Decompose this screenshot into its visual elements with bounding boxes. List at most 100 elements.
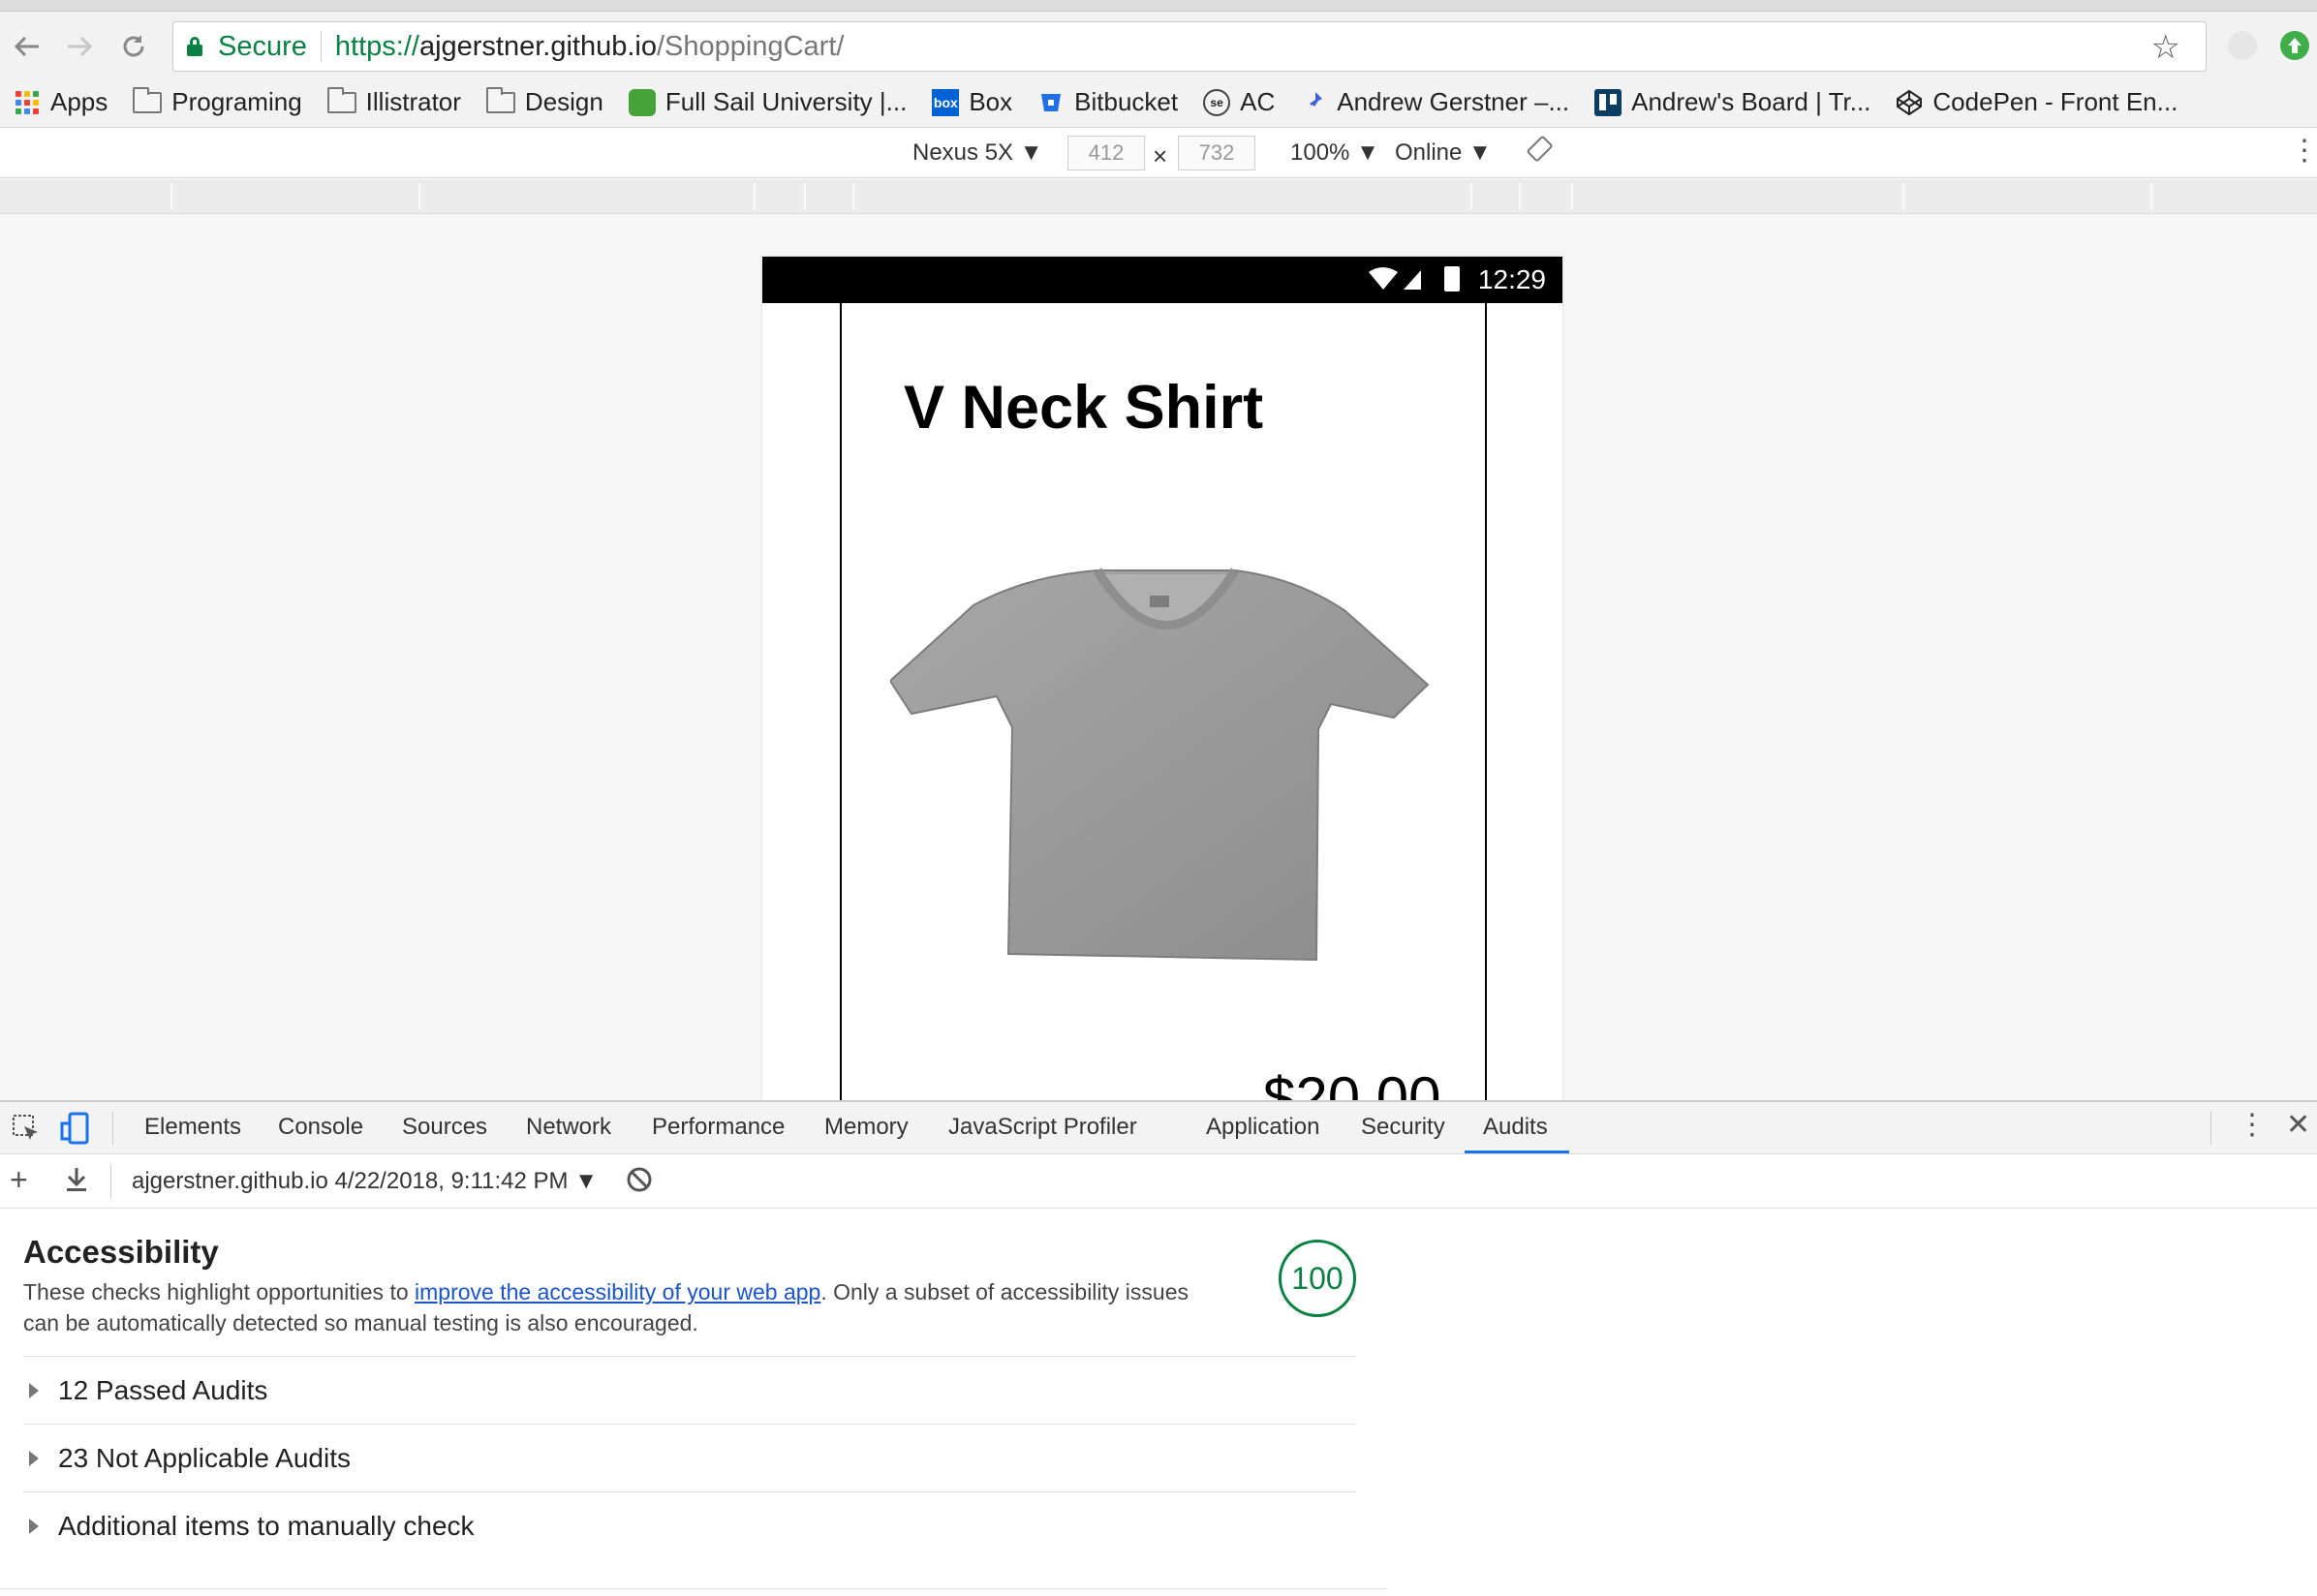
tab-strip: [0, 0, 2317, 12]
report-label: ajgerstner.github.io 4/22/2018, 9:11:42 …: [132, 1168, 569, 1194]
folder-icon: [133, 86, 163, 113]
device-name: Nexus 5X: [912, 139, 1014, 166]
accessibility-link[interactable]: improve the accessibility of your web ap…: [415, 1279, 820, 1304]
rotate-icon: [1527, 136, 1553, 162]
folder-icon: [326, 86, 356, 113]
pin-icon: [1300, 89, 1327, 116]
description-text: These checks highlight opportunities to: [23, 1279, 416, 1304]
full-sail-icon: [628, 88, 656, 116]
status-bar: 12:29: [762, 257, 1562, 303]
dimension-times: ×: [1153, 141, 1168, 170]
bookmark-design[interactable]: Design: [485, 86, 603, 117]
rotate-button[interactable]: [1527, 136, 1556, 171]
bookmark-label: Bitbucket: [1074, 87, 1179, 116]
accessibility-section: Accessibility These checks highlight opp…: [23, 1234, 1356, 1338]
bookmark-label: Full Sail University |...: [664, 87, 908, 116]
update-arrow-icon[interactable]: [2280, 31, 2309, 60]
toolbar-divider: [110, 1165, 111, 1198]
height-input[interactable]: 732: [1178, 136, 1255, 170]
box-icon: box: [932, 88, 960, 116]
tab-console[interactable]: Console: [278, 1114, 363, 1141]
zoom-value: 100%: [1290, 139, 1350, 166]
media-query-bar: [0, 179, 2317, 214]
bookmark-full-sail[interactable]: Full Sail University |...: [628, 87, 908, 117]
dropdown-arrow-icon: ▼: [574, 1168, 598, 1194]
bookmark-label: Illistrator: [365, 87, 461, 116]
bookmark-codepen[interactable]: CodePen - Front En...: [1896, 87, 2178, 117]
bookmarks-bar: Apps Programing Illistrator Design Full …: [0, 77, 2317, 128]
inspect-element-icon[interactable]: [12, 1114, 41, 1150]
dropdown-arrow-icon: ▼: [1019, 139, 1043, 166]
bookmark-illistrator[interactable]: Illistrator: [326, 86, 461, 117]
trello-icon: [1594, 88, 1622, 116]
tab-sources[interactable]: Sources: [402, 1114, 487, 1141]
address-bar[interactable]: Secure https://ajgerstner.github.io/Shop…: [172, 21, 2207, 72]
reload-icon: [123, 35, 144, 57]
tab-javascript-profiler[interactable]: JavaScript Profiler: [948, 1114, 1137, 1141]
bookmark-star-icon[interactable]: ☆: [2151, 28, 2180, 67]
expand-triangle-icon: [29, 1450, 39, 1466]
dropdown-arrow-icon: ▼: [1468, 139, 1492, 166]
bookmark-programing[interactable]: Programing: [133, 86, 302, 117]
report-select[interactable]: ajgerstner.github.io 4/22/2018, 9:11:42 …: [132, 1168, 598, 1195]
section-divider: [0, 1588, 1387, 1589]
codepen-icon: [1896, 89, 1923, 116]
back-button[interactable]: [8, 27, 46, 66]
group-label: 23 Not Applicable Audits: [58, 1442, 351, 1473]
bookmark-label: Apps: [50, 87, 108, 116]
devtools-menu-icon[interactable]: ⋮: [2238, 1108, 2267, 1142]
audit-category-title: Accessibility: [23, 1234, 219, 1270]
forward-button[interactable]: [60, 27, 99, 66]
bookmark-label: AC: [1240, 87, 1276, 116]
bitbucket-icon: [1037, 89, 1065, 116]
active-tab-indicator: [1465, 1151, 1569, 1153]
audits-toolbar: + ajgerstner.github.io 4/22/2018, 9:11:4…: [0, 1154, 2317, 1209]
audit-group-not-applicable[interactable]: 23 Not Applicable Audits: [23, 1424, 1356, 1491]
zoom-select[interactable]: 100% ▼: [1290, 139, 1379, 167]
folder-icon: [485, 86, 515, 113]
device-toggle-icon[interactable]: [60, 1112, 91, 1151]
bookmark-bitbucket[interactable]: Bitbucket: [1037, 87, 1178, 117]
new-audit-icon[interactable]: +: [10, 1162, 28, 1198]
url-scheme: https://: [334, 30, 419, 62]
clear-icon[interactable]: [626, 1166, 653, 1200]
bookmark-andrews-board[interactable]: Andrew's Board | Tr...: [1594, 87, 1870, 117]
url-path: /ShoppingCart/: [657, 30, 845, 62]
audit-description: These checks highlight opportunities to …: [23, 1276, 1205, 1338]
network-value: Online: [1395, 139, 1463, 166]
score-gauge: 100: [1279, 1240, 1356, 1317]
audit-group-manual[interactable]: Additional items to manually check: [23, 1491, 1356, 1559]
tab-security[interactable]: Security: [1361, 1114, 1445, 1141]
bookmark-label: Design: [524, 87, 603, 116]
width-input[interactable]: 412: [1067, 136, 1145, 170]
tab-memory[interactable]: Memory: [824, 1114, 909, 1141]
ac-icon: se: [1203, 88, 1231, 116]
bookmark-ac[interactable]: se AC: [1203, 87, 1275, 117]
network-select[interactable]: Online ▼: [1395, 139, 1492, 167]
status-time: 12:29: [1477, 264, 1546, 294]
audit-group-passed[interactable]: 12 Passed Audits: [23, 1356, 1356, 1424]
product-card: V Neck Shirt $20.00: [840, 303, 1487, 1109]
back-arrow-icon: [14, 36, 39, 57]
tab-audits[interactable]: Audits: [1483, 1114, 1548, 1141]
omnibox-divider: [320, 31, 322, 62]
bookmark-andrew-gerstner[interactable]: Andrew Gerstner –...: [1300, 87, 1569, 117]
battery-icon: [1444, 266, 1460, 292]
more-options-icon[interactable]: ⋮: [2290, 134, 2317, 168]
group-label: Additional items to manually check: [58, 1510, 475, 1541]
extension-gear-icon[interactable]: [2228, 31, 2257, 60]
download-icon[interactable]: [64, 1166, 89, 1200]
tab-elements[interactable]: Elements: [144, 1114, 241, 1141]
reload-button[interactable]: [114, 27, 153, 66]
bookmark-apps[interactable]: Apps: [15, 87, 108, 117]
device-select[interactable]: Nexus 5X ▼: [912, 139, 1043, 167]
bookmark-box[interactable]: box Box: [932, 87, 1012, 117]
dropdown-arrow-icon: ▼: [1356, 139, 1379, 166]
url-host: ajgerstner.github.io: [418, 30, 657, 62]
bookmark-label: Andrew's Board | Tr...: [1631, 87, 1871, 116]
close-icon[interactable]: ✕: [2286, 1108, 2310, 1142]
tab-network[interactable]: Network: [526, 1114, 611, 1141]
tab-application[interactable]: Application: [1206, 1114, 1319, 1141]
bookmark-label: Box: [969, 87, 1013, 116]
tab-performance[interactable]: Performance: [652, 1114, 785, 1141]
